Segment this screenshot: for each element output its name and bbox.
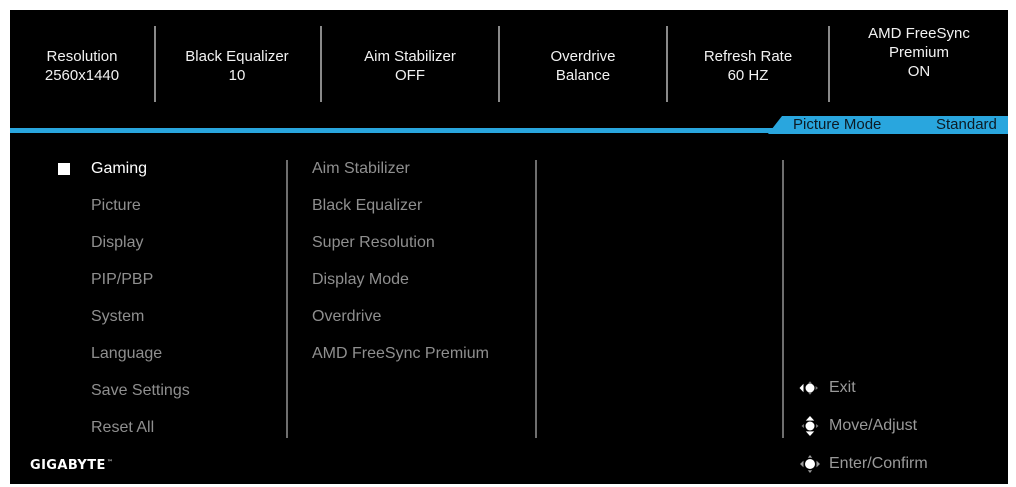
status-freesync: AMD FreeSync Premium ON	[830, 10, 1008, 122]
joystick-left-icon	[799, 381, 818, 395]
key-guide-enter-confirm: Enter/Confirm	[793, 453, 928, 475]
logo-trademark: ™	[106, 458, 114, 466]
status-resolution-label: Resolution	[46, 48, 118, 65]
status-aim-stabilizer-value: OFF	[395, 67, 425, 84]
picture-mode-value: Standard	[936, 116, 997, 133]
key-guide-exit: Exit	[793, 377, 856, 399]
status-overdrive-label: Overdrive	[550, 48, 616, 65]
joystick-updown-icon	[801, 416, 819, 436]
status-aim-stabilizer: Aim Stabilizer OFF	[322, 10, 498, 122]
status-overdrive: Overdrive Balance	[500, 10, 666, 122]
key-guide-move-adjust: Move/Adjust	[793, 415, 917, 437]
column-divider	[782, 160, 784, 438]
status-freesync-value: ON	[907, 63, 931, 80]
menu-item-pip-pbp[interactable]: PIP/PBP	[91, 270, 153, 290]
osd-menu: Resolution 2560x1440 Black Equalizer 10 …	[10, 10, 1008, 484]
submenu-item-display-mode[interactable]: Display Mode	[312, 270, 409, 290]
status-black-equalizer-label: Black Equalizer	[185, 48, 289, 65]
status-refresh-rate: Refresh Rate 60 HZ	[668, 10, 828, 122]
selection-indicator	[58, 163, 70, 175]
submenu-item-super-resolution[interactable]: Super Resolution	[312, 233, 435, 253]
status-refresh-rate-value: 60 HZ	[727, 67, 769, 84]
gigabyte-logo: GIGABYTE™	[30, 458, 113, 473]
menu-item-picture[interactable]: Picture	[91, 196, 141, 216]
submenu-item-aim-stabilizer[interactable]: Aim Stabilizer	[312, 159, 410, 179]
status-black-equalizer: Black Equalizer 10	[156, 10, 318, 122]
status-bar: Resolution 2560x1440 Black Equalizer 10 …	[10, 10, 1008, 122]
status-freesync-label-1: AMD FreeSync	[868, 25, 970, 42]
menu-item-system[interactable]: System	[91, 307, 144, 327]
submenu-item-black-equalizer[interactable]: Black Equalizer	[312, 196, 422, 216]
joystick-press-icon	[800, 455, 820, 473]
submenu-item-amd-freesync-premium[interactable]: AMD FreeSync Premium	[312, 344, 489, 364]
key-guide-exit-label: Exit	[829, 379, 856, 396]
key-guide-enter-confirm-label: Enter/Confirm	[829, 455, 928, 472]
logo-text: GIGABYTE	[30, 458, 106, 473]
menu-item-language[interactable]: Language	[91, 344, 162, 364]
status-aim-stabilizer-label: Aim Stabilizer	[364, 48, 456, 65]
menu-item-gaming[interactable]: Gaming	[91, 159, 147, 179]
status-refresh-rate-label: Refresh Rate	[703, 48, 793, 65]
column-divider	[286, 160, 288, 438]
menu-item-save-settings[interactable]: Save Settings	[91, 381, 190, 401]
status-resolution-value: 2560x1440	[44, 67, 120, 84]
picture-mode-label: Picture Mode	[793, 116, 882, 133]
key-guide-move-adjust-label: Move/Adjust	[829, 417, 918, 434]
status-freesync-label-2: Premium	[888, 44, 949, 61]
status-black-equalizer-value: 10	[228, 67, 246, 84]
menu-item-display[interactable]: Display	[91, 233, 143, 253]
menu-item-reset-all[interactable]: Reset All	[91, 418, 154, 438]
column-divider	[535, 160, 537, 438]
submenu-item-overdrive[interactable]: Overdrive	[312, 307, 381, 327]
status-resolution: Resolution 2560x1440	[10, 10, 154, 122]
status-overdrive-value: Balance	[555, 67, 611, 84]
